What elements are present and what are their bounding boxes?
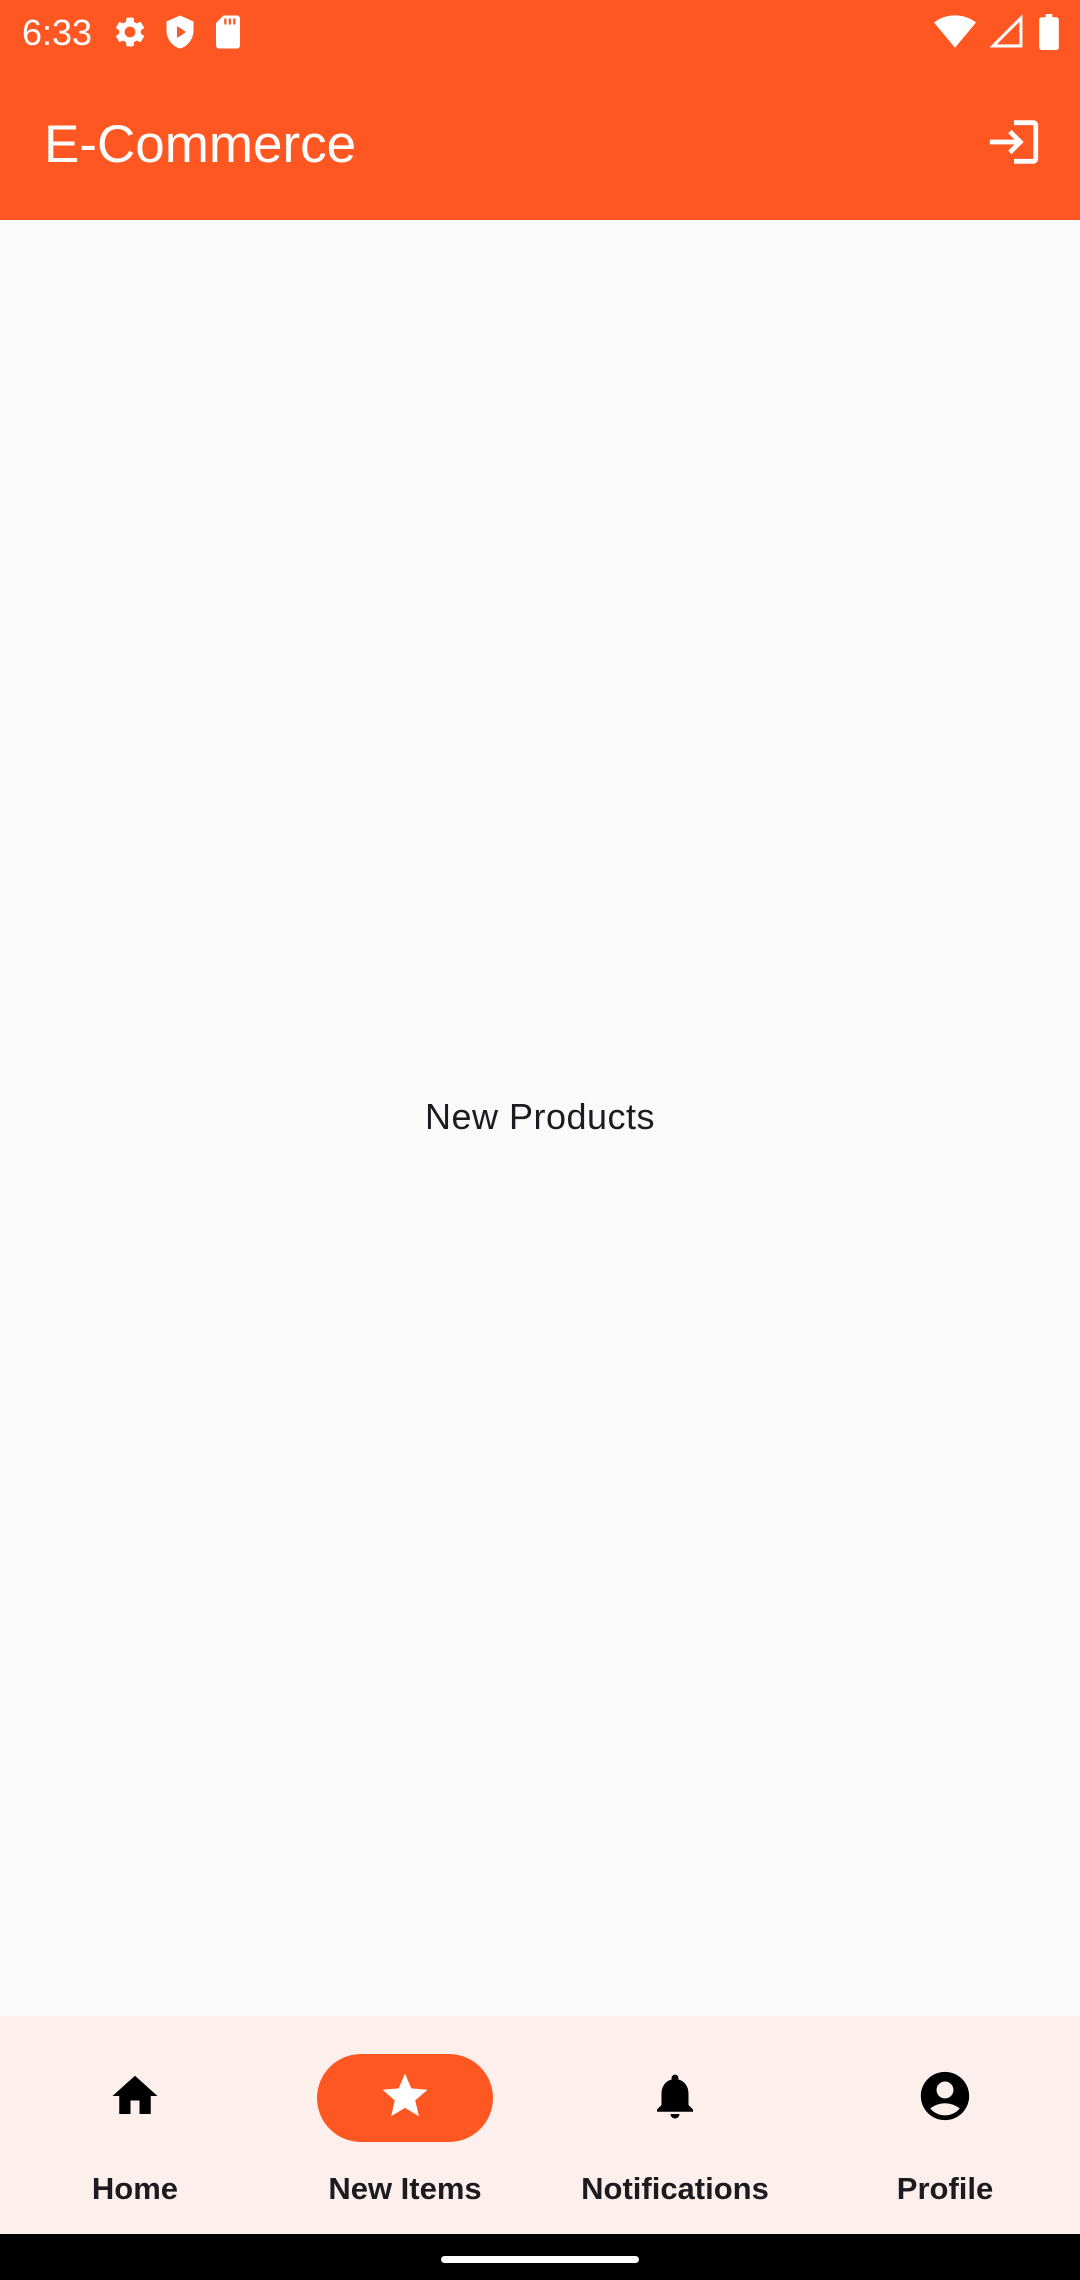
nav-label-notifications: Notifications xyxy=(581,2171,769,2206)
home-gesture-handle[interactable] xyxy=(441,2256,639,2263)
status-bar: 6:33 xyxy=(0,0,1080,66)
nav-item-notifications[interactable]: Notifications xyxy=(540,2016,810,2234)
app-title: E-Commerce xyxy=(44,115,357,174)
settings-icon xyxy=(112,14,148,50)
nav-label-profile: Profile xyxy=(896,2171,994,2206)
wifi-icon xyxy=(934,14,976,50)
nav-item-home[interactable]: Home xyxy=(0,2016,270,2234)
sd-card-icon xyxy=(212,14,244,50)
login-icon xyxy=(985,113,1043,176)
home-icon xyxy=(108,2069,162,2128)
battery-icon xyxy=(1038,14,1060,50)
nav-indicator xyxy=(587,2054,763,2142)
nav-indicator xyxy=(47,2054,223,2142)
status-left-icons xyxy=(112,14,244,50)
nav-indicator xyxy=(857,2054,1033,2142)
account-circle-icon xyxy=(916,2067,974,2130)
app-bar: E-Commerce xyxy=(0,66,1080,220)
nav-item-profile[interactable]: Profile xyxy=(810,2016,1080,2234)
login-button[interactable] xyxy=(964,94,1064,194)
nav-indicator-active xyxy=(317,2054,493,2142)
bell-icon xyxy=(648,2069,702,2128)
gesture-navigation-bar xyxy=(0,2234,1080,2280)
nav-label-new-items: New Items xyxy=(328,2171,482,2206)
nav-label-home: Home xyxy=(91,2171,179,2206)
nav-item-new-items[interactable]: New Items xyxy=(270,2016,540,2234)
status-right-icons xyxy=(934,14,1060,50)
bottom-navigation: Home New Items Notifications Profile xyxy=(0,2016,1080,2234)
status-time: 6:33 xyxy=(22,12,93,53)
cellular-signal-icon xyxy=(990,14,1024,50)
new-products-text: New Products xyxy=(424,1096,656,1137)
shield-play-icon xyxy=(162,14,198,50)
star-icon xyxy=(378,2069,432,2128)
main-content: New Products xyxy=(0,220,1080,2016)
